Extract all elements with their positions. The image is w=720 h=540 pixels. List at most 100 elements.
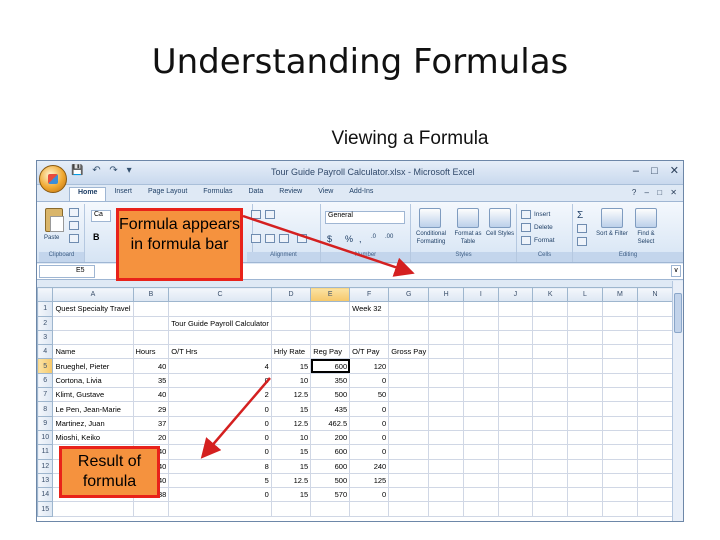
cell[interactable]: [463, 329, 499, 346]
customize-qat-icon[interactable]: ▾: [127, 165, 132, 176]
column-header[interactable]: G: [388, 287, 430, 303]
tab-data[interactable]: Data: [240, 187, 271, 201]
row-header[interactable]: 6: [37, 372, 54, 389]
cell[interactable]: 37: [132, 415, 170, 431]
cell[interactable]: [497, 415, 534, 431]
row-header[interactable]: 14: [37, 487, 54, 503]
cell[interactable]: [532, 344, 569, 360]
align-right-icon[interactable]: [279, 234, 289, 243]
cell[interactable]: Week 32: [349, 301, 390, 317]
cell[interactable]: [428, 429, 465, 446]
cell[interactable]: [388, 501, 430, 517]
cell[interactable]: [567, 301, 603, 317]
cell[interactable]: 15: [270, 444, 312, 460]
cell[interactable]: [388, 487, 430, 503]
cell[interactable]: [532, 429, 569, 446]
cell[interactable]: [636, 329, 673, 346]
cell[interactable]: Hrly Rate: [270, 344, 312, 360]
column-header[interactable]: D: [270, 287, 312, 303]
cell[interactable]: [601, 501, 638, 517]
minimize-icon[interactable]: –: [633, 165, 639, 177]
cell[interactable]: 0: [349, 444, 390, 460]
insert-cells-label[interactable]: Insert: [534, 211, 550, 218]
cell[interactable]: [270, 329, 312, 346]
cell[interactable]: [567, 458, 603, 474]
cell[interactable]: [497, 458, 534, 474]
bold-icon[interactable]: B: [93, 232, 100, 242]
cell[interactable]: [428, 358, 465, 374]
cell[interactable]: [388, 387, 430, 403]
cell[interactable]: [428, 415, 465, 431]
cell[interactable]: 0: [349, 487, 390, 503]
cell[interactable]: Name: [52, 344, 134, 360]
cell[interactable]: [132, 315, 170, 331]
cell[interactable]: 0: [168, 444, 272, 460]
cell[interactable]: [636, 458, 673, 474]
cell[interactable]: Gross Pay: [388, 344, 430, 360]
cell[interactable]: 5: [168, 472, 272, 489]
cell[interactable]: [532, 315, 569, 331]
cell[interactable]: [463, 501, 499, 517]
find-select-label[interactable]: Find & Select: [629, 230, 663, 246]
cell[interactable]: [497, 301, 534, 317]
cell[interactable]: [601, 429, 638, 446]
sort-filter-label[interactable]: Sort & Filter: [595, 230, 629, 238]
cell[interactable]: 0: [168, 372, 272, 389]
cell[interactable]: [428, 372, 465, 389]
column-header[interactable]: B: [132, 287, 170, 303]
help-icon[interactable]: ?: [632, 188, 636, 197]
cell[interactable]: [532, 329, 569, 346]
cell[interactable]: [601, 301, 638, 317]
find-select-icon[interactable]: [635, 208, 657, 228]
ribbon-minimize-icon[interactable]: –: [645, 188, 649, 197]
row-header[interactable]: 12: [37, 458, 54, 474]
cell[interactable]: [388, 458, 430, 474]
row-header[interactable]: 13: [37, 472, 54, 489]
cell[interactable]: [463, 444, 499, 460]
cell[interactable]: [532, 415, 569, 431]
cell-styles-icon[interactable]: [489, 208, 511, 228]
tab-review[interactable]: Review: [271, 187, 310, 201]
cell[interactable]: [388, 401, 430, 417]
cell[interactable]: 0: [349, 401, 390, 417]
cell[interactable]: [132, 329, 170, 346]
cell[interactable]: 125: [349, 472, 390, 489]
cell[interactable]: 15: [270, 358, 312, 374]
cell[interactable]: [388, 301, 430, 317]
cell[interactable]: 2: [168, 387, 272, 403]
cell[interactable]: 12.5: [270, 472, 312, 489]
cell[interactable]: [388, 315, 430, 331]
tab-view[interactable]: View: [310, 187, 341, 201]
cell[interactable]: [428, 344, 465, 360]
cell[interactable]: [601, 372, 638, 389]
tab-page-layout[interactable]: Page Layout: [140, 187, 195, 201]
cell[interactable]: [349, 315, 390, 331]
column-header[interactable]: A: [52, 287, 134, 303]
cell[interactable]: [428, 401, 465, 417]
cell[interactable]: Le Pen, Jean-Marie: [52, 401, 134, 417]
cell[interactable]: [532, 372, 569, 389]
cell[interactable]: [601, 401, 638, 417]
cell[interactable]: [497, 444, 534, 460]
format-cells-label[interactable]: Format: [534, 237, 555, 244]
orientation-icon[interactable]: [265, 210, 275, 219]
cell[interactable]: Hours: [132, 344, 170, 360]
cell[interactable]: [497, 501, 534, 517]
cell[interactable]: 0: [168, 415, 272, 431]
column-header[interactable]: N: [636, 287, 673, 303]
cell[interactable]: 15: [270, 401, 312, 417]
column-header[interactable]: M: [601, 287, 638, 303]
cell[interactable]: 15: [270, 458, 312, 474]
cell[interactable]: O/T Pay: [349, 344, 390, 360]
cell[interactable]: [132, 501, 170, 517]
cell[interactable]: [132, 301, 170, 317]
cell[interactable]: [388, 472, 430, 489]
cell[interactable]: [636, 344, 673, 360]
currency-icon[interactable]: $: [327, 234, 332, 244]
cell[interactable]: 0: [349, 372, 390, 389]
cell[interactable]: [532, 444, 569, 460]
format-as-table-icon[interactable]: [457, 208, 479, 228]
cell[interactable]: [601, 344, 638, 360]
scrollbar-thumb[interactable]: [674, 293, 682, 333]
fill-icon[interactable]: [577, 224, 587, 233]
